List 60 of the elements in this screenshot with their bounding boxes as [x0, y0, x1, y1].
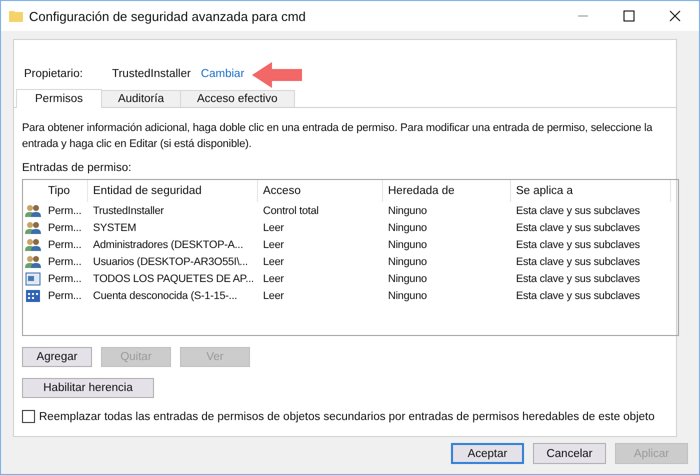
tab[interactable]: Auditoría: [100, 90, 181, 107]
table-cell-text: Perm...: [47, 256, 82, 268]
arrow-annotation: [252, 62, 302, 88]
column-header[interactable]: Se aplica a: [511, 180, 671, 202]
table-cell-text: Ninguno: [387, 290, 428, 302]
table-cell-text: Ninguno: [387, 256, 428, 268]
owner-label: Propietario:: [24, 68, 84, 80]
table-cell-text: Perm...: [47, 238, 82, 250]
table-cell-text: SYSTEM: [92, 222, 138, 234]
table-cell-text: Esta clave y sus subclaves: [515, 272, 641, 284]
table-cell-text: Esta clave y sus subclaves: [515, 204, 641, 216]
change-link[interactable]: Cambiar: [200, 68, 244, 80]
window-icon: [25, 272, 41, 286]
table-cell-text: Perm...: [47, 272, 82, 284]
grid-icon: [25, 288, 41, 302]
table-cell-text: TODOS LOS PAQUETES DE AP...: [92, 272, 255, 284]
window-title: Configuración de seguridad avanzada para cmd: [29, 8, 307, 24]
column-header[interactable]: Entidad de seguridad: [88, 180, 258, 202]
table-cell-text: Perm...: [47, 290, 82, 302]
maximize-button[interactable]: [623, 10, 635, 22]
table-cell-text: Leer: [262, 222, 285, 234]
table-cell-text: Ninguno: [387, 222, 428, 234]
table-cell-text: Cuenta desconocida (S-1-15-...: [92, 290, 238, 302]
close-button[interactable]: [669, 10, 681, 22]
table-cell-text: Perm...: [47, 222, 82, 234]
enable-inheritance-button[interactable]: Habilitar herencia: [22, 378, 154, 398]
users-icon: [25, 220, 41, 234]
table-cell-text: Esta clave y sus subclaves: [515, 238, 641, 250]
dialog-button[interactable]: Aceptar: [451, 443, 524, 464]
column-header[interactable]: Heredada de: [383, 180, 511, 202]
table-cell-text: Ninguno: [387, 204, 428, 216]
dialog-button[interactable]: Cancelar: [533, 443, 606, 464]
table-cell-text: Control total: [262, 204, 320, 216]
table-cell-text: Esta clave y sus subclaves: [515, 290, 641, 302]
users-icon: [25, 204, 41, 218]
info-text: Para obtener información adicional, haga doble clic en una entrada de permiso. Para modificar una entrada de permiso, seleccione la entrada y haga clic en Editar (si está disponible).: [22, 121, 654, 152]
checkbox[interactable]: [22, 410, 35, 423]
users-icon: [25, 238, 41, 252]
users-icon: [25, 254, 41, 268]
tab[interactable]: Permisos: [16, 89, 102, 108]
table-cell-text: Ninguno: [387, 238, 428, 250]
table-cell-text: Usuarios (DESKTOP-AR3O55I\...: [92, 256, 249, 268]
table-cell-text: Leer: [262, 290, 285, 302]
column-header[interactable]: Acceso: [258, 180, 383, 202]
table-cell-text: Esta clave y sus subclaves: [515, 222, 641, 234]
column-header[interactable]: Tipo: [43, 180, 88, 202]
table-cell-text: Leer: [262, 272, 285, 284]
table-cell-text: Ninguno: [387, 272, 428, 284]
table-cell-text: Perm...: [47, 204, 82, 216]
folder-icon: [9, 10, 23, 22]
list-label: Entradas de permiso:: [22, 162, 132, 174]
checkbox-label: Reemplazar todas las entradas de permisos de objetos secundarios por entradas de permisos heredables de este objeto: [39, 410, 655, 422]
owner-value: TrustedInstaller: [112, 68, 191, 80]
tab[interactable]: Acceso efectivo: [180, 90, 295, 107]
table-cell-text: Leer: [262, 256, 285, 268]
table-cell-text: Administradores (DESKTOP-A...: [92, 238, 244, 250]
table-cell-text: TrustedInstaller: [92, 204, 165, 216]
table-cell-text: Esta clave y sus subclaves: [515, 256, 641, 268]
table-cell-text: Leer: [262, 238, 285, 250]
entry-button[interactable]: Agregar: [22, 347, 92, 367]
